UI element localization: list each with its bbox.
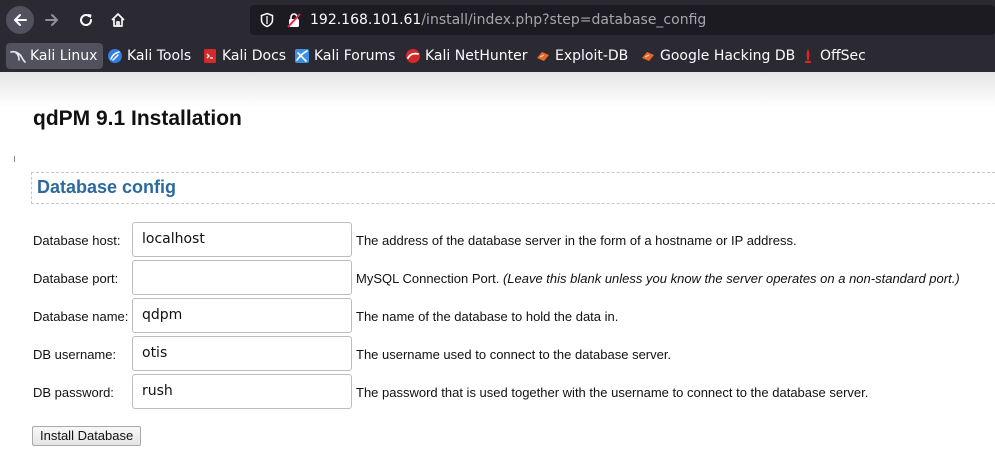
bookmark-kali-docs[interactable]: Kali Docs (198, 43, 292, 69)
bookmark-google-hacking-db[interactable]: Google Hacking DB (636, 43, 801, 69)
bookmark-kali-nethunter[interactable]: Kali NetHunter (401, 43, 533, 69)
install-database-button[interactable]: Install Database (32, 426, 142, 446)
url-path: /install/index.php?step=database_config (421, 12, 707, 28)
back-button[interactable] (6, 6, 34, 34)
bookmark-kali-tools[interactable]: Kali Tools (103, 43, 197, 69)
bookmark-label: Kali Forums (314, 48, 396, 64)
kali-tools-icon (108, 49, 122, 63)
db-port-help-text: MySQL Connection Port. (356, 271, 500, 286)
url-text: 192.168.101.61/install/index.php?step=da… (310, 11, 706, 29)
home-icon (111, 13, 125, 27)
db-host-input[interactable]: localhost (132, 222, 352, 257)
offsec-icon (805, 49, 811, 63)
home-button[interactable] (104, 6, 132, 34)
db-port-input[interactable] (132, 260, 352, 295)
reload-button[interactable] (72, 6, 100, 34)
db-host-label: Database host: (33, 233, 121, 248)
bookmark-kali-forums[interactable]: Kali Forums (290, 43, 401, 69)
ghdb-icon (642, 52, 654, 61)
insecure-lock-icon[interactable] (286, 12, 302, 28)
bookmark-label: Google Hacking DB (660, 48, 796, 64)
arrow-right-icon (45, 14, 58, 26)
db-username-label: DB username: (33, 347, 117, 362)
bookmark-label: Kali Tools (127, 48, 192, 64)
tracking-shield-icon[interactable] (259, 12, 275, 28)
db-port-label: Database port: (33, 271, 119, 286)
db-password-input[interactable]: rush (132, 374, 352, 409)
form-row-db-port: Database port: MySQL Connection Port. (L… (0, 260, 995, 296)
bookmark-label: Exploit-DB (555, 48, 629, 64)
db-name-help: The name of the database to hold the dat… (356, 309, 619, 324)
bookmark-offsec[interactable]: OffSec (796, 43, 872, 69)
bookmark-label: Kali Docs (222, 48, 287, 64)
bookmarks-toolbar: Kali Linux Kali Tools Kali Docs Kali For… (0, 40, 995, 72)
form-row-db-username: DB username: otis The username used to c… (0, 336, 995, 372)
kali-docs-icon (204, 49, 216, 63)
db-port-help-note: (Leave this blank unless you know the se… (502, 271, 960, 286)
db-name-label: Database name: (33, 309, 129, 324)
kali-forums-icon (295, 49, 309, 63)
bookmark-kali-linux[interactable]: Kali Linux (6, 43, 104, 69)
form-row-db-password: DB password: rush The password that is u… (0, 374, 995, 410)
arrow-left-icon (14, 14, 27, 26)
divider-mark (14, 156, 15, 162)
page-top-gradient (0, 72, 995, 108)
form-row-db-host: Database host: localhost The address of … (0, 222, 995, 258)
bookmark-exploit-db[interactable]: Exploit-DB (531, 43, 634, 69)
db-host-help: The address of the database server in th… (356, 233, 797, 248)
forward-button[interactable] (38, 6, 66, 34)
db-username-help: The username used to connect to the data… (356, 347, 672, 362)
bookmark-label: Kali NetHunter (425, 48, 528, 64)
exploit-db-icon (537, 52, 549, 61)
db-name-input[interactable]: qdpm (132, 298, 352, 333)
db-username-input[interactable]: otis (132, 336, 352, 371)
nethunter-icon (406, 49, 420, 63)
url-host: 192.168.101.61 (310, 12, 422, 28)
address-bar[interactable]: 192.168.101.61/install/index.php?step=da… (250, 5, 995, 35)
db-password-label: DB password: (33, 385, 114, 400)
kali-dragon-icon (10, 50, 26, 63)
form-row-db-name: Database name: qdpm The name of the data… (0, 298, 995, 334)
db-password-help: The password that is used together with … (356, 385, 869, 400)
page-title: qdPM 9.1 Installation (33, 107, 242, 130)
reload-icon (80, 14, 93, 26)
browser-toolbar: 192.168.101.61/install/index.php?step=da… (0, 0, 995, 40)
bookmark-label: OffSec (820, 48, 866, 64)
db-port-help: MySQL Connection Port. (Leave this blank… (356, 271, 960, 286)
bookmark-label: Kali Linux (30, 48, 98, 64)
section-heading: Database config (37, 177, 177, 197)
